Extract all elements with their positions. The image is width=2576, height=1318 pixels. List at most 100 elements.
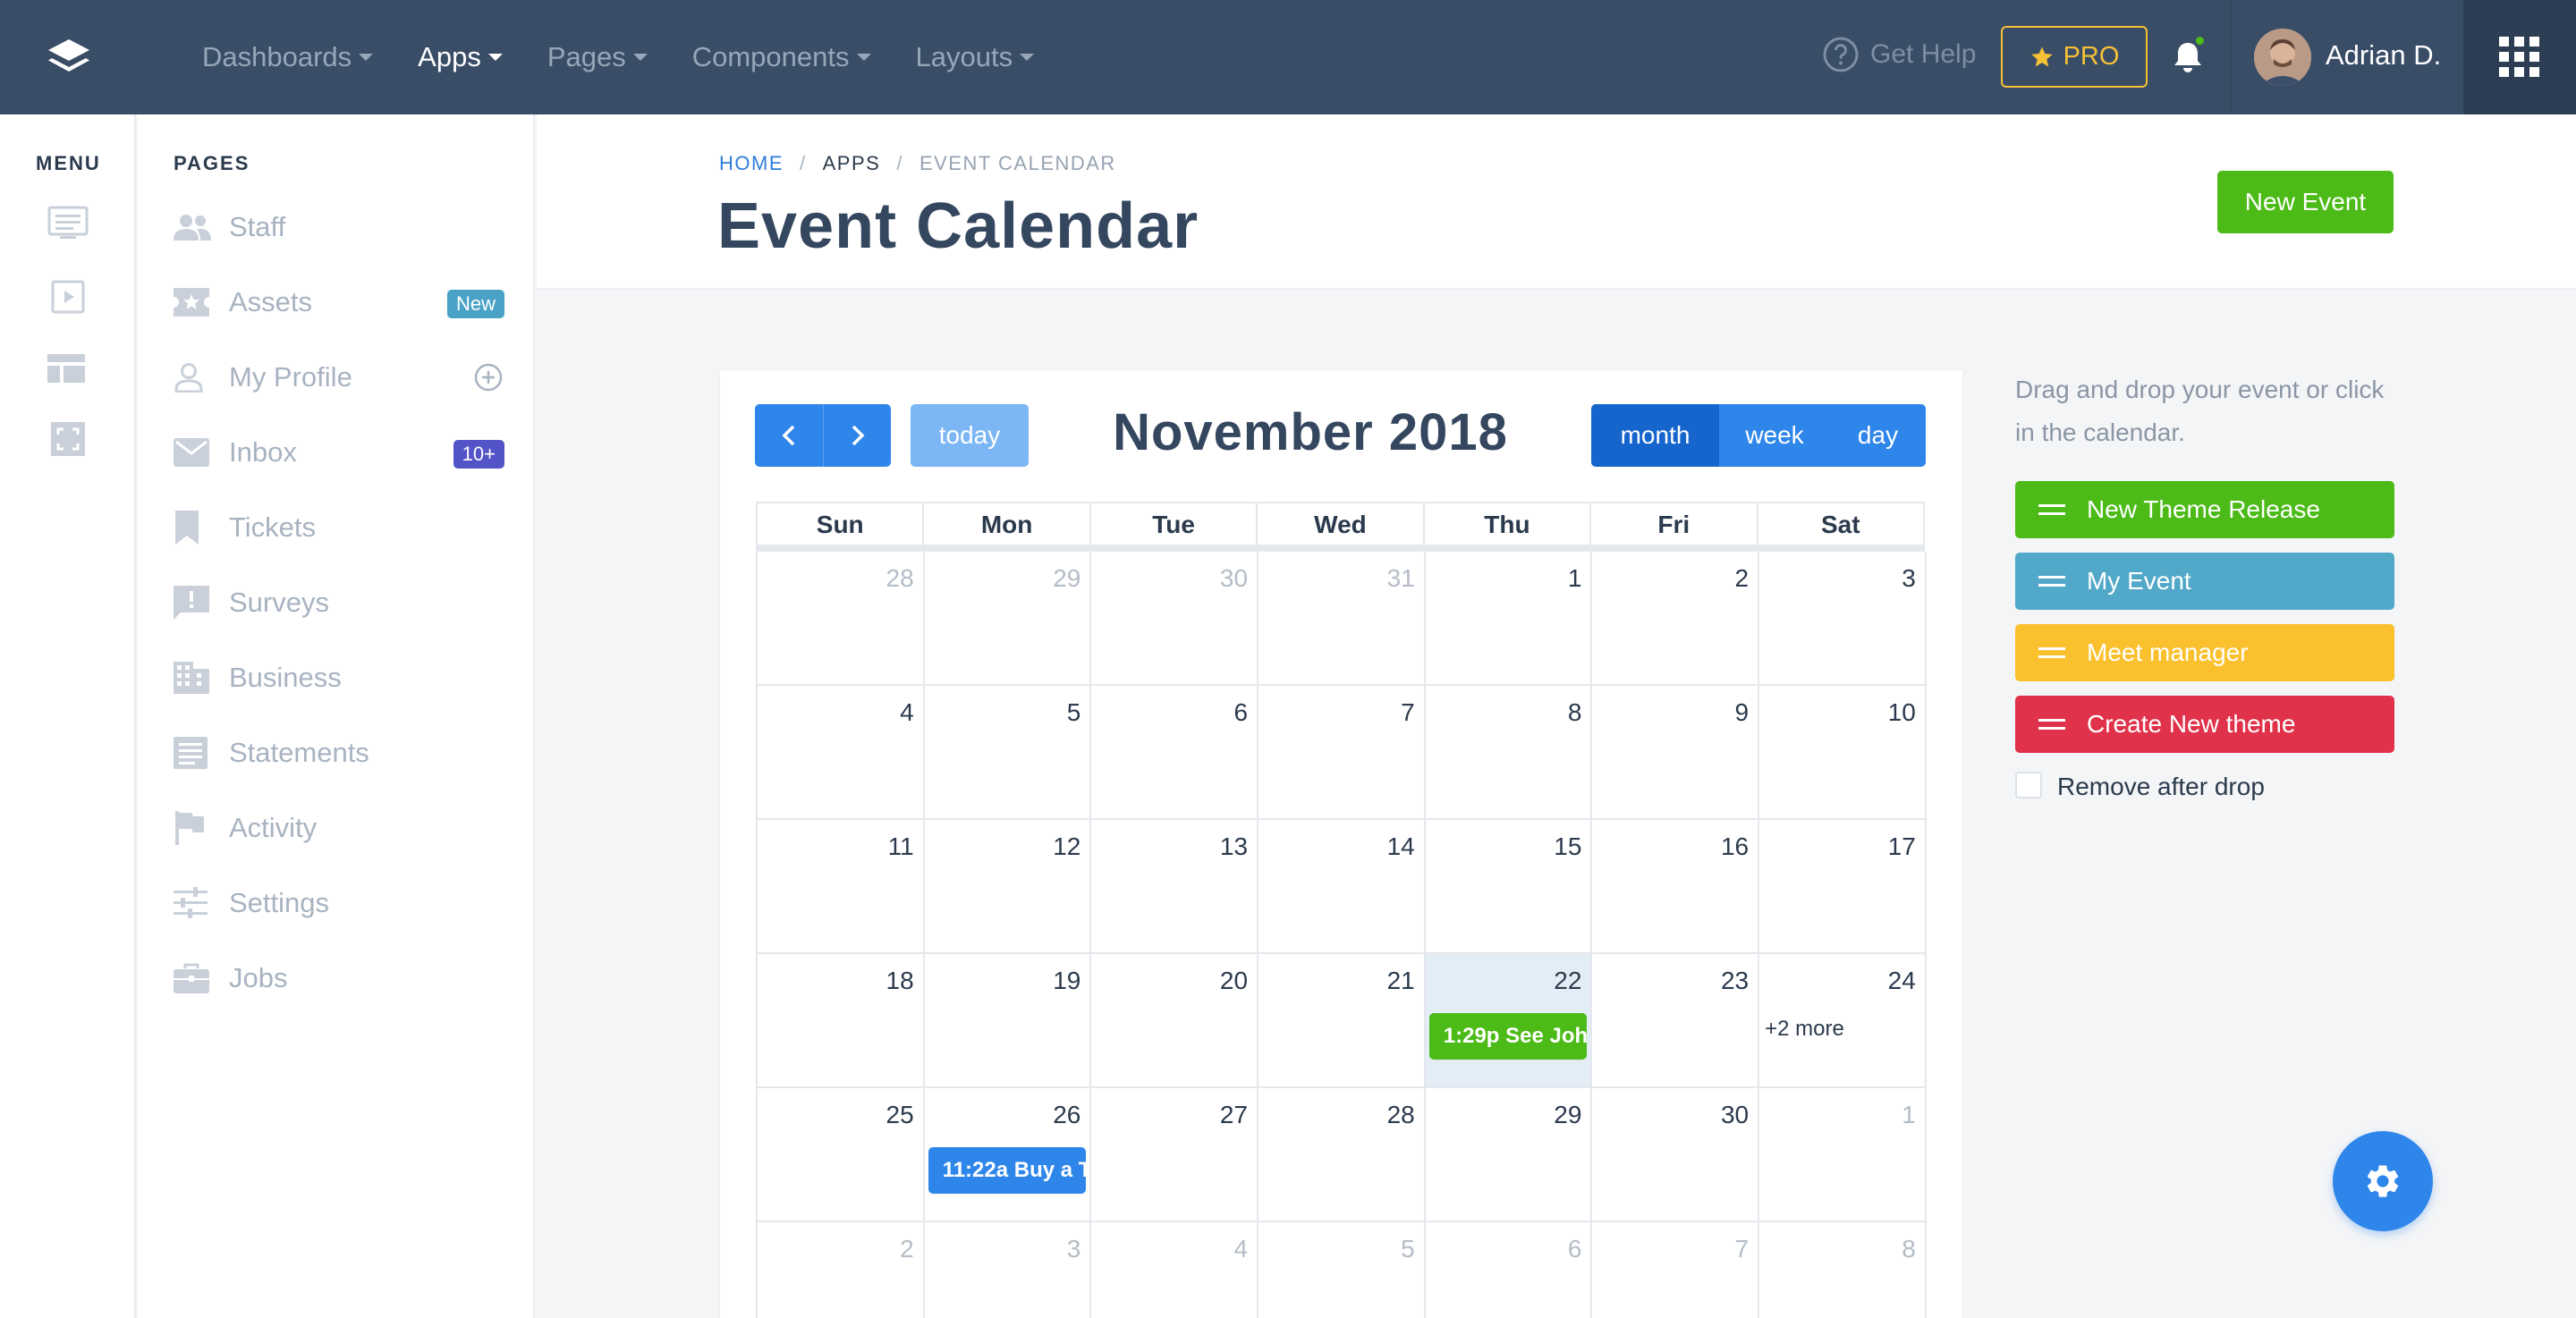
calendar-title: November 2018: [1113, 403, 1508, 461]
remove-after-drop-label[interactable]: Remove after drop: [2057, 773, 2265, 801]
calendar-event[interactable]: 11:22a Buy a Theme: [928, 1147, 1086, 1194]
breadcrumb-home[interactable]: HOME: [719, 152, 784, 175]
next-month-button[interactable]: [823, 404, 891, 467]
day-cell[interactable]: 1: [1426, 552, 1593, 684]
draggable-event[interactable]: New Theme Release: [2015, 481, 2394, 538]
layout-icon[interactable]: [47, 354, 85, 383]
view-week-button[interactable]: week: [1719, 404, 1830, 467]
more-events-link[interactable]: +2 more: [1765, 1017, 1844, 1042]
user-name[interactable]: Adrian D.: [2326, 39, 2441, 72]
fullscreen-icon[interactable]: [51, 422, 85, 456]
draggable-event[interactable]: Meet manager: [2015, 624, 2394, 681]
day-cell[interactable]: 28: [758, 552, 925, 684]
mail-icon: [174, 435, 211, 470]
day-cell[interactable]: 23: [1592, 954, 1760, 1086]
day-cell[interactable]: 8: [1426, 686, 1593, 818]
breadcrumb-apps[interactable]: APPS: [823, 152, 881, 175]
sidebar-item-jobs[interactable]: Jobs: [174, 953, 504, 1003]
sidebar-item-my-profile[interactable]: My Profile: [174, 352, 504, 402]
view-day-button[interactable]: day: [1830, 404, 1926, 467]
sidebar-title: PAGES: [174, 152, 250, 174]
sidebar-item-staff[interactable]: Staff: [174, 202, 504, 252]
day-cell[interactable]: 16: [1592, 820, 1760, 952]
sliders-icon: [174, 885, 211, 921]
view-switcher: month week day: [1591, 404, 1926, 467]
avatar[interactable]: [2254, 29, 2311, 86]
day-cell[interactable]: 6: [1091, 686, 1259, 818]
day-cell[interactable]: 12: [925, 820, 1092, 952]
day-cell[interactable]: 13: [1091, 820, 1259, 952]
new-event-button[interactable]: New Event: [2217, 171, 2394, 233]
day-cell[interactable]: 19: [925, 954, 1092, 1086]
sidebar-item-inbox[interactable]: Inbox 10+: [174, 427, 504, 477]
day-cell[interactable]: 29: [925, 552, 1092, 684]
nav-apps[interactable]: Apps: [418, 41, 503, 73]
nav-components[interactable]: Components: [692, 41, 871, 73]
user-icon: [174, 359, 211, 395]
day-cell[interactable]: 2: [1592, 552, 1760, 684]
layers-logo-icon[interactable]: [45, 34, 93, 82]
draggable-event[interactable]: My Event: [2015, 553, 2394, 610]
day-cell[interactable]: 9: [1592, 686, 1760, 818]
day-cell[interactable]: 31: [1258, 552, 1426, 684]
nav-layouts[interactable]: Layouts: [916, 41, 1035, 73]
day-cell[interactable]: 21: [1258, 954, 1426, 1086]
day-cell[interactable]: 3: [925, 1222, 1092, 1318]
day-cell[interactable]: 20: [1091, 954, 1259, 1086]
question-circle-icon: [1822, 36, 1860, 73]
day-cell[interactable]: 8: [1759, 1222, 1927, 1318]
draggable-event[interactable]: Create New theme: [2015, 696, 2394, 753]
play-square-icon[interactable]: [51, 280, 85, 314]
pro-button[interactable]: PRO: [2001, 26, 2148, 88]
main-nav: Dashboards Apps Pages Components Layouts: [202, 0, 1079, 114]
day-cell[interactable]: 2: [758, 1222, 925, 1318]
sidebar-item-business[interactable]: Business: [174, 653, 504, 703]
day-cell[interactable]: 1: [1759, 1088, 1927, 1221]
day-cell[interactable]: 4: [1091, 1222, 1259, 1318]
day-cell[interactable]: 30: [1592, 1088, 1760, 1221]
remove-after-drop-checkbox[interactable]: [2015, 772, 2042, 798]
day-cell[interactable]: 26 11:22a Buy a Theme: [925, 1088, 1092, 1221]
day-cell[interactable]: 28: [1258, 1088, 1426, 1221]
settings-fab[interactable]: [2333, 1131, 2433, 1231]
day-cell[interactable]: 17: [1759, 820, 1927, 952]
day-cell[interactable]: 3: [1759, 552, 1927, 684]
week-row: 4 5 6 7 8 9 10: [758, 686, 1927, 820]
day-cell[interactable]: 6: [1426, 1222, 1593, 1318]
view-month-button[interactable]: month: [1591, 404, 1719, 467]
day-cell[interactable]: 18: [758, 954, 925, 1086]
chevron-right-icon: [852, 425, 864, 446]
day-cell[interactable]: 29: [1426, 1088, 1593, 1221]
sidebar-item-surveys[interactable]: Surveys: [174, 578, 504, 628]
day-cell[interactable]: 27: [1091, 1088, 1259, 1221]
get-help-link[interactable]: Get Help: [1822, 36, 1976, 73]
pages-sidebar: PAGES Staff Assets New My Profile Inbox …: [138, 114, 535, 1318]
add-circle-icon[interactable]: [474, 363, 503, 392]
apps-grid-button[interactable]: [2463, 0, 2576, 114]
sidebar-item-tickets[interactable]: Tickets: [174, 503, 504, 553]
day-cell[interactable]: 24 +2 more: [1759, 954, 1927, 1086]
sidebar-item-activity[interactable]: Activity: [174, 803, 504, 853]
day-cell[interactable]: 11: [758, 820, 925, 952]
day-cell-today[interactable]: 22 1:29p See John Deo: [1425, 954, 1593, 1086]
day-cell[interactable]: 10: [1759, 686, 1927, 818]
nav-dashboards[interactable]: Dashboards: [202, 41, 374, 73]
prev-month-button[interactable]: [755, 404, 823, 467]
today-button[interactable]: today: [911, 404, 1029, 467]
day-cell[interactable]: 7: [1592, 1222, 1760, 1318]
list-icon[interactable]: [47, 206, 89, 240]
day-cell[interactable]: 7: [1258, 686, 1426, 818]
day-cell[interactable]: 5: [1258, 1222, 1426, 1318]
nav-pages[interactable]: Pages: [547, 41, 648, 73]
day-cell[interactable]: 30: [1091, 552, 1259, 684]
day-cell[interactable]: 15: [1426, 820, 1593, 952]
day-cell[interactable]: 5: [925, 686, 1092, 818]
day-cell[interactable]: 14: [1258, 820, 1426, 952]
calendar-event[interactable]: 1:29p See John Deo: [1428, 1013, 1587, 1060]
day-cell[interactable]: 25: [758, 1088, 925, 1221]
day-cell[interactable]: 4: [758, 686, 925, 818]
sidebar-item-settings[interactable]: Settings: [174, 878, 504, 928]
sidebar-item-statements[interactable]: Statements: [174, 728, 504, 778]
sidebar-item-assets[interactable]: Assets New: [174, 277, 504, 327]
people-icon: [174, 209, 211, 245]
